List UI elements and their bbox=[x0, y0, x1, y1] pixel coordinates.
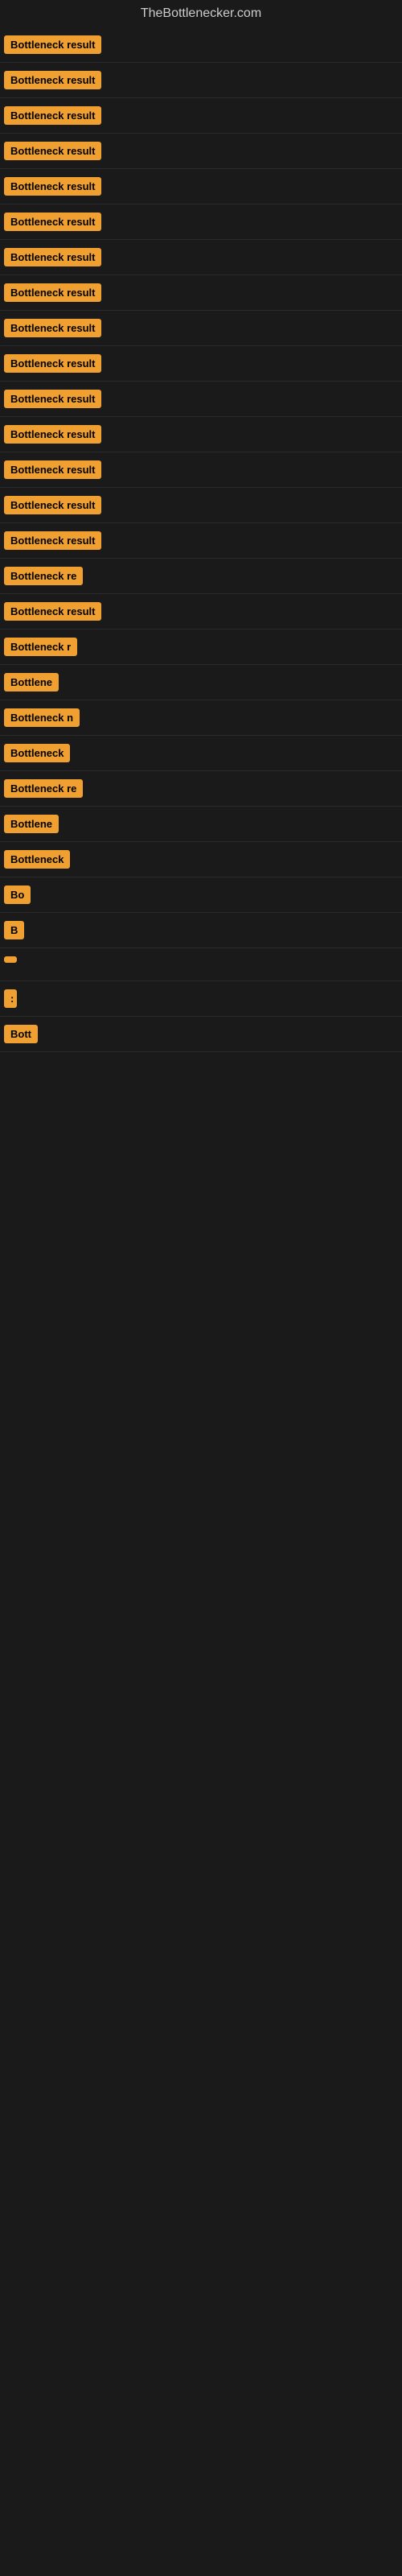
item-content bbox=[101, 460, 398, 477]
item-content bbox=[101, 248, 398, 264]
list-item: Bottleneck result bbox=[0, 240, 402, 275]
item-content bbox=[70, 850, 398, 866]
bottleneck-badge[interactable]: Bottleneck result bbox=[4, 460, 101, 479]
item-content bbox=[101, 496, 398, 512]
item-content bbox=[83, 567, 398, 583]
bottleneck-badge[interactable]: B bbox=[4, 921, 24, 939]
bottleneck-badge[interactable] bbox=[4, 956, 17, 963]
list-item: Bottlene bbox=[0, 807, 402, 842]
bottleneck-badge[interactable]: Bottleneck result bbox=[4, 602, 101, 621]
list-item: Bottleneck bbox=[0, 842, 402, 877]
bottleneck-badge[interactable]: Bottleneck bbox=[4, 744, 70, 762]
item-content bbox=[17, 989, 398, 1005]
item-content bbox=[17, 956, 398, 972]
bottleneck-badge[interactable]: Bottleneck result bbox=[4, 35, 101, 54]
bottleneck-badge[interactable]: Bottleneck result bbox=[4, 213, 101, 231]
bottleneck-badge[interactable]: Bott bbox=[4, 1025, 38, 1043]
list-item: Bottleneck re bbox=[0, 771, 402, 807]
item-content bbox=[83, 779, 398, 795]
bottleneck-badge[interactable]: Bottleneck re bbox=[4, 779, 83, 798]
item-content bbox=[38, 1025, 398, 1041]
bottleneck-badge[interactable]: Bottleneck result bbox=[4, 531, 101, 550]
item-content bbox=[31, 886, 398, 902]
list-item: Bottlene bbox=[0, 665, 402, 700]
bottleneck-badge[interactable]: Bottleneck result bbox=[4, 248, 101, 266]
bottleneck-badge[interactable]: Bottlene bbox=[4, 673, 59, 691]
list-item: Bottleneck result bbox=[0, 346, 402, 382]
list-item: Bottleneck result bbox=[0, 169, 402, 204]
bottleneck-badge[interactable]: Bottleneck result bbox=[4, 177, 101, 196]
item-content bbox=[70, 744, 398, 760]
bottleneck-badge[interactable]: Bottleneck result bbox=[4, 496, 101, 514]
list-item: Bottleneck n bbox=[0, 700, 402, 736]
list-item: Bottleneck r bbox=[0, 630, 402, 665]
item-content bbox=[59, 673, 398, 689]
list-item: Bottleneck bbox=[0, 736, 402, 771]
list-item: Bottleneck result bbox=[0, 27, 402, 63]
list-item bbox=[0, 948, 402, 981]
bottleneck-badge[interactable]: : bbox=[4, 989, 17, 1008]
item-content bbox=[101, 35, 398, 52]
item-content bbox=[101, 177, 398, 193]
item-content bbox=[101, 71, 398, 87]
item-content bbox=[101, 354, 398, 370]
bottleneck-badge[interactable]: Bottleneck result bbox=[4, 142, 101, 160]
bottleneck-badge[interactable]: Bottleneck result bbox=[4, 71, 101, 89]
list-item: Bo bbox=[0, 877, 402, 913]
list-item: Bottleneck re bbox=[0, 559, 402, 594]
site-title: TheBottlenecker.com bbox=[0, 0, 402, 27]
list-item: B bbox=[0, 913, 402, 948]
bottleneck-badge[interactable]: Bottlene bbox=[4, 815, 59, 833]
bottleneck-badge[interactable]: Bottleneck result bbox=[4, 283, 101, 302]
list-item: Bottleneck result bbox=[0, 311, 402, 346]
list-item: Bottleneck result bbox=[0, 275, 402, 311]
list-item: Bott bbox=[0, 1017, 402, 1052]
bottleneck-badge[interactable]: Bottleneck bbox=[4, 850, 70, 869]
list-item: Bottleneck result bbox=[0, 452, 402, 488]
item-content bbox=[101, 142, 398, 158]
bottleneck-badge[interactable]: Bottleneck r bbox=[4, 638, 77, 656]
list-item: Bottleneck result bbox=[0, 382, 402, 417]
item-content bbox=[101, 425, 398, 441]
list-item: Bottleneck result bbox=[0, 523, 402, 559]
bottleneck-badge[interactable]: Bottleneck result bbox=[4, 319, 101, 337]
bottleneck-badge[interactable]: Bottleneck n bbox=[4, 708, 80, 727]
item-content bbox=[101, 602, 398, 618]
list-item: Bottleneck result bbox=[0, 63, 402, 98]
list-item: Bottleneck result bbox=[0, 98, 402, 134]
bottleneck-badge[interactable]: Bottleneck result bbox=[4, 354, 101, 373]
bottleneck-badge[interactable]: Bo bbox=[4, 886, 31, 904]
item-content bbox=[101, 106, 398, 122]
bottleneck-badge[interactable]: Bottleneck re bbox=[4, 567, 83, 585]
list-item: Bottleneck result bbox=[0, 204, 402, 240]
list-item: : bbox=[0, 981, 402, 1017]
item-content bbox=[101, 390, 398, 406]
item-content bbox=[24, 921, 398, 937]
list-item: Bottleneck result bbox=[0, 417, 402, 452]
item-content bbox=[101, 283, 398, 299]
item-content bbox=[101, 319, 398, 335]
bottleneck-badge[interactable]: Bottleneck result bbox=[4, 106, 101, 125]
item-content bbox=[80, 708, 398, 724]
list-item: Bottleneck result bbox=[0, 488, 402, 523]
item-content bbox=[77, 638, 398, 654]
bottleneck-badge[interactable]: Bottleneck result bbox=[4, 390, 101, 408]
list-item: Bottleneck result bbox=[0, 594, 402, 630]
item-content bbox=[101, 213, 398, 229]
item-content bbox=[59, 815, 398, 831]
list-item: Bottleneck result bbox=[0, 134, 402, 169]
bottleneck-badge[interactable]: Bottleneck result bbox=[4, 425, 101, 444]
item-content bbox=[101, 531, 398, 547]
